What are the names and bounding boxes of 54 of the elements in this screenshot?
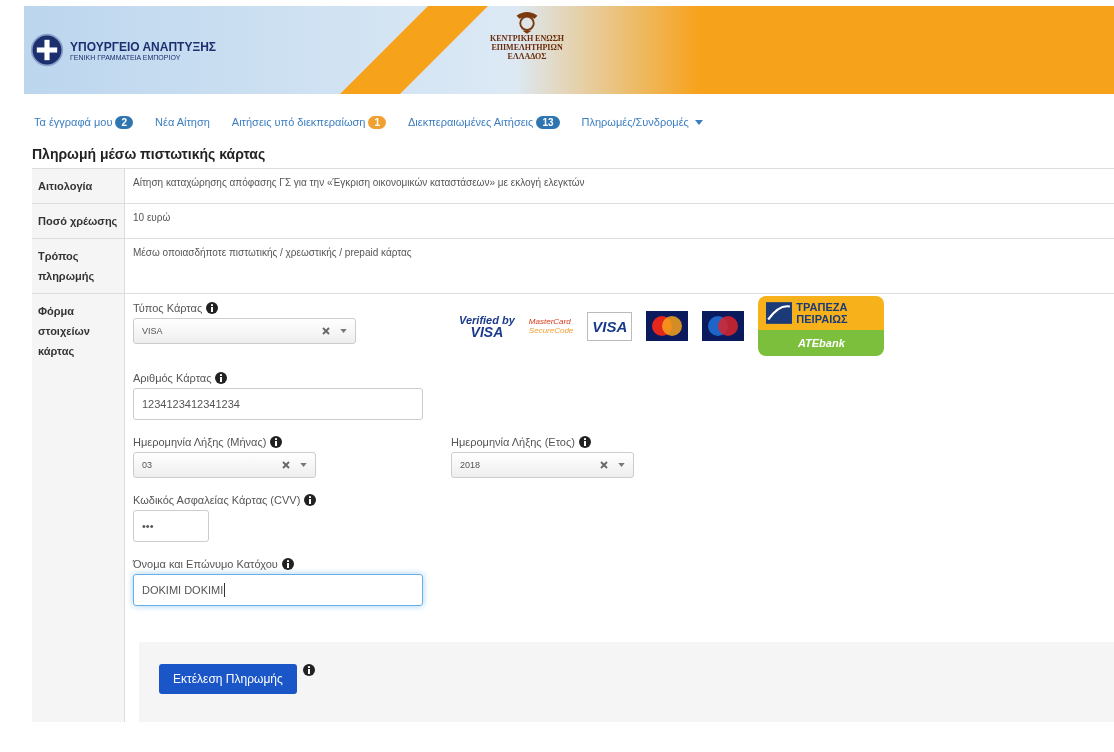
emblem-caption: ΕΠΙΜΕΛΗΤΗΡΙΩΝ: [491, 43, 563, 52]
field-label: Αριθμός Κάρτας: [133, 372, 212, 384]
verified-by-visa-logo: Verified by VISA: [459, 314, 515, 338]
nav-link[interactable]: Αιτήσεις υπό διεκπεραίωση 1: [231, 114, 386, 130]
input-field[interactable]: DOKIMI DOKIMI: [133, 574, 423, 606]
clear-icon[interactable]: [322, 327, 330, 335]
count-badge: 2: [115, 115, 134, 129]
nav-link[interactable]: Διεκπεραιωμένες Αιτήσεις 13: [407, 114, 560, 130]
ministry-title: ΥΠΟΥΡΓΕΙΟ ΑΝΑΠΤΥΞΗΣ: [70, 39, 217, 54]
info-icon: [304, 494, 317, 506]
info-icon: [578, 436, 591, 448]
row-label: Ποσό χρέωσης: [32, 204, 125, 238]
coat-of-arms-icon: [30, 33, 64, 67]
submit-button[interactable]: Εκτέλεση Πληρωμής: [159, 664, 297, 694]
page-title: Πληρωμή μέσω πιστωτικής κάρτας: [32, 146, 267, 162]
info-icon: [270, 436, 283, 448]
emblem-caption: ΕΛΛΑΔΟΣ: [507, 52, 547, 61]
card-logo-icon: [702, 311, 745, 341]
clear-icon[interactable]: [282, 461, 290, 469]
table-cell-text: Αίτηση καταχώρησης απόφασης ΓΣ για την «Έγκριση οικονομικών καταστάσεων» με εκλογή ελεγκτών: [132, 176, 586, 190]
caret-icon: [618, 463, 625, 467]
field-label: Ημερομηνία Λήξης (Μήνας): [133, 436, 267, 448]
field-label: Όνομα και Επώνυμο Κατόχου: [133, 558, 278, 570]
input-field[interactable]: 1234123412341234: [133, 388, 423, 420]
info-icon: [281, 558, 294, 570]
clear-icon[interactable]: [600, 461, 608, 469]
bank-logo: ΤΡΑΠΕΖΑ ΠΕΙΡΑΙΩΣ ATEbank: [758, 296, 885, 356]
info-icon: [206, 302, 219, 314]
securecode-logo: MasterCard SecureCode: [528, 317, 574, 335]
field-label: Τύπος Κάρτας: [133, 302, 203, 314]
info-icon: [302, 664, 315, 676]
card-logo-icon: [646, 311, 689, 341]
field-label: Ημερομηνία Λήξης (Ετος): [451, 436, 575, 448]
nav-link[interactable]: Νέα Αίτηση: [155, 114, 210, 130]
table-cell-text: Μέσω οποιασδήποτε πιστωτικής / χρεωστικής / prepaid κάρτας: [132, 246, 413, 260]
emblem-caption: ΚΕΝΤΡΙΚΗ ΕΝΩΣΗ: [490, 34, 565, 43]
info-icon: [215, 372, 228, 384]
caret-icon: [340, 329, 347, 333]
select-field[interactable]: 03: [133, 452, 316, 478]
visa-logo: VISA: [587, 311, 633, 341]
field-label: Κωδικός Ασφαλείας Κάρτας (CVV): [133, 494, 301, 506]
select-field[interactable]: VISA: [133, 318, 356, 344]
row-label: Τρόπος πληρωμής: [32, 239, 125, 293]
caret-icon: [694, 119, 703, 125]
table-cell-text: 10 ευρώ: [132, 211, 172, 225]
input-field[interactable]: •••: [133, 510, 209, 542]
count-badge: 1: [368, 115, 386, 129]
nav-link[interactable]: Τα έγγραφά μου 2: [34, 114, 134, 130]
row-label: Φόρμα στοιχείων κάρτας: [32, 294, 125, 722]
caret-icon: [300, 463, 307, 467]
nav-link[interactable]: Πληρωμές/Συνδρομές: [581, 114, 703, 130]
count-badge: 13: [536, 115, 560, 129]
select-field[interactable]: 2018: [451, 452, 634, 478]
row-label: Αιτιολογία: [32, 169, 125, 203]
